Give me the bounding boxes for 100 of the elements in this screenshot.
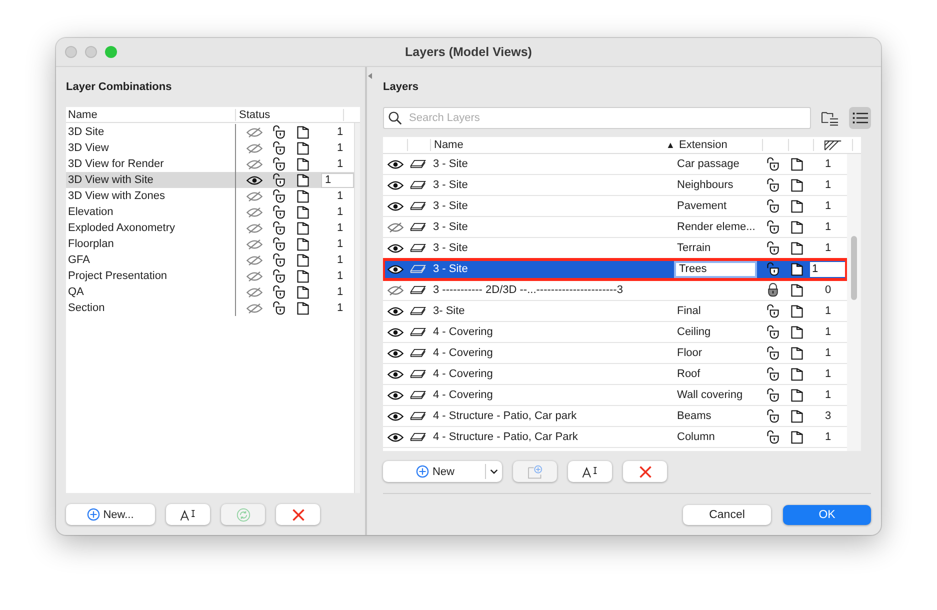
padlock-icon[interactable] xyxy=(764,388,780,402)
delete-button[interactable] xyxy=(276,504,320,525)
padlock-icon[interactable] xyxy=(764,157,780,171)
sheet-icon[interactable] xyxy=(295,205,311,219)
padlock-icon[interactable] xyxy=(764,220,780,234)
combination-row[interactable]: Exploded Axonometry 1 xyxy=(66,220,354,236)
rename-button[interactable] xyxy=(568,461,612,482)
delete-button[interactable] xyxy=(623,461,667,482)
padlock-icon[interactable] xyxy=(764,367,780,381)
sheet-icon[interactable] xyxy=(295,141,311,155)
new-button[interactable]: New xyxy=(383,461,502,482)
padlock-icon[interactable] xyxy=(271,157,287,171)
eye-icon[interactable] xyxy=(386,306,404,316)
layer-row[interactable]: 3 - Site Car passage 1 xyxy=(383,154,847,175)
sheet-icon[interactable] xyxy=(295,237,311,251)
count-field[interactable]: 1 xyxy=(810,262,846,276)
padlock-icon[interactable] xyxy=(764,409,780,423)
eye-icon[interactable] xyxy=(386,158,404,170)
padlock-icon[interactable] xyxy=(271,269,287,283)
sheet-icon[interactable] xyxy=(789,178,805,192)
eye-icon[interactable] xyxy=(386,242,404,254)
sheet-icon[interactable] xyxy=(295,157,311,171)
padlock-icon[interactable] xyxy=(271,237,287,251)
padlock-icon[interactable] xyxy=(764,430,780,444)
combination-row[interactable]: Floorplan 1 xyxy=(66,236,354,252)
padlock-icon[interactable] xyxy=(764,262,780,276)
combination-row[interactable]: Project Presentation 1 xyxy=(66,268,354,284)
cancel-button[interactable]: Cancel xyxy=(683,505,771,525)
eye-icon[interactable] xyxy=(386,432,404,442)
sheet-icon[interactable] xyxy=(295,125,311,139)
search-field[interactable]: Search Layers xyxy=(383,107,811,129)
layer-row[interactable]: 3 - Site Pavement 1 xyxy=(383,196,847,217)
combination-row[interactable]: Elevation 1 xyxy=(66,204,354,220)
sheet-icon[interactable] xyxy=(789,199,805,213)
sheet-icon[interactable] xyxy=(295,285,311,299)
layer-row[interactable]: 3 - Site Render eleme... 1 xyxy=(383,217,847,238)
column-header[interactable]: Status xyxy=(235,108,344,120)
sheet-icon[interactable] xyxy=(789,346,805,360)
eye-icon[interactable] xyxy=(386,180,404,190)
padlock-icon[interactable] xyxy=(764,304,780,318)
eye-icon[interactable] xyxy=(246,174,263,186)
padlock-icon[interactable] xyxy=(764,199,780,213)
padlock-icon[interactable] xyxy=(271,173,287,187)
combination-row[interactable]: GFA 1 xyxy=(66,252,354,268)
chevron-down-icon[interactable] xyxy=(490,469,498,474)
padlock-icon[interactable] xyxy=(271,125,287,139)
rename-button[interactable] xyxy=(166,504,210,525)
sheet-icon[interactable] xyxy=(789,220,805,234)
padlock-icon[interactable] xyxy=(764,325,780,339)
sheet-icon[interactable] xyxy=(789,283,805,297)
sheet-icon[interactable] xyxy=(789,157,805,171)
column-header[interactable]: Name xyxy=(431,139,666,151)
padlock-icon[interactable] xyxy=(271,221,287,235)
eye-icon[interactable] xyxy=(386,326,404,338)
sheet-icon[interactable] xyxy=(295,269,311,283)
padlock-icon[interactable] xyxy=(271,253,287,267)
layer-row[interactable]: 4 - Covering Floor 1 xyxy=(383,343,847,364)
sheet-icon[interactable] xyxy=(789,325,805,339)
eye-icon[interactable] xyxy=(386,348,404,358)
eye-icon[interactable] xyxy=(386,410,404,422)
extension-field[interactable]: Trees xyxy=(674,260,757,278)
count-field[interactable]: 1 xyxy=(321,172,354,188)
eye-icon[interactable] xyxy=(386,264,404,274)
eye-icon[interactable] xyxy=(386,200,404,212)
padlock-icon[interactable] xyxy=(764,346,780,360)
column-header[interactable]: Name xyxy=(66,108,235,120)
padlock-icon[interactable] xyxy=(271,141,287,155)
eye-icon[interactable] xyxy=(386,368,404,380)
ok-button[interactable]: OK xyxy=(783,505,871,525)
sheet-icon[interactable] xyxy=(789,262,805,276)
padlock-icon[interactable] xyxy=(271,301,287,315)
padlock-icon[interactable] xyxy=(271,205,287,219)
layer-row[interactable]: 4 - Covering Wall covering 1 xyxy=(383,385,847,406)
padlock-icon[interactable] xyxy=(271,285,287,299)
layer-row[interactable]: 4 - Structure - Patio, Car park Beams 3 xyxy=(383,406,847,427)
layer-row[interactable]: 4 - Covering Ceiling 1 xyxy=(383,322,847,343)
layer-row[interactable]: 3 - Site Trees 1 xyxy=(383,259,847,280)
combination-row[interactable]: 3D View with Site 1 xyxy=(66,172,354,188)
combination-row[interactable]: 3D View 1 xyxy=(66,140,354,156)
sheet-icon[interactable] xyxy=(295,189,311,203)
padlock-icon[interactable] xyxy=(271,189,287,203)
sheet-icon[interactable] xyxy=(789,241,805,255)
padlock-icon[interactable] xyxy=(764,178,780,192)
hatch-icon[interactable] xyxy=(824,140,842,150)
sheet-icon[interactable] xyxy=(295,173,311,187)
sheet-icon[interactable] xyxy=(789,367,805,381)
column-header[interactable]: Extension xyxy=(676,139,763,151)
layer-row[interactable]: 3- Site Final 1 xyxy=(383,301,847,322)
new-button[interactable]: New... xyxy=(66,504,155,525)
sheet-icon[interactable] xyxy=(295,221,311,235)
sheet-icon[interactable] xyxy=(295,301,311,315)
layer-row[interactable]: 4 - Covering Roof 1 xyxy=(383,364,847,385)
sheet-icon[interactable] xyxy=(295,253,311,267)
combination-row[interactable]: Section 1 xyxy=(66,300,354,316)
combination-row[interactable]: 3D View with Zones 1 xyxy=(66,188,354,204)
scrollbar-thumb[interactable] xyxy=(851,236,857,300)
eye-icon[interactable] xyxy=(386,390,404,400)
sheet-icon[interactable] xyxy=(789,388,805,402)
sheet-icon[interactable] xyxy=(789,304,805,318)
padlock-icon[interactable] xyxy=(764,241,780,255)
